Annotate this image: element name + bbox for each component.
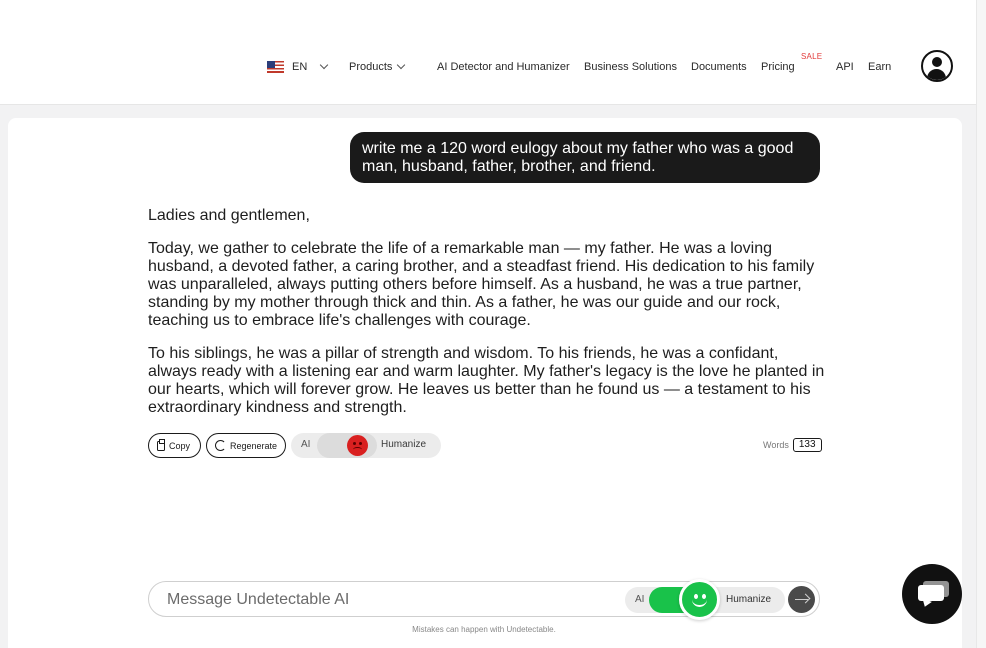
regenerate-label: Regenerate bbox=[229, 440, 277, 451]
regenerate-button[interactable]: Regenerate bbox=[206, 433, 286, 458]
chevron-down-icon bbox=[320, 60, 329, 70]
toggle-track bbox=[317, 433, 377, 458]
nav-products[interactable]: Products bbox=[349, 57, 406, 77]
nav-api[interactable]: API bbox=[836, 57, 854, 77]
sad-face-icon bbox=[347, 435, 368, 456]
copy-label: Copy bbox=[169, 440, 191, 451]
disclaimer-text: Mistakes can happen with Undetectable. bbox=[412, 625, 556, 634]
us-flag-icon bbox=[267, 61, 284, 73]
account-icon[interactable] bbox=[921, 50, 953, 82]
word-counter: Words 133 bbox=[763, 438, 822, 452]
nav-business-solutions[interactable]: Business Solutions bbox=[584, 57, 677, 77]
message-input[interactable] bbox=[167, 590, 607, 610]
sale-badge: SALE bbox=[801, 52, 823, 61]
nav-earn[interactable]: Earn bbox=[868, 57, 891, 77]
toggle-ai-label: AI bbox=[635, 594, 645, 605]
toggle-humanize-label: Humanize bbox=[381, 439, 427, 450]
toggle-humanize-label: Humanize bbox=[726, 594, 772, 605]
assistant-reply: Ladies and gentlemen, Today, we gather t… bbox=[148, 207, 828, 432]
nav-products-label: Products bbox=[349, 61, 393, 73]
clipboard-icon bbox=[157, 438, 165, 451]
top-header: EN Products AI Detector and Humanizer Bu… bbox=[0, 0, 986, 105]
word-count-badge: 133 bbox=[792, 438, 822, 452]
reply-paragraph: Ladies and gentlemen, bbox=[148, 207, 310, 224]
refresh-icon bbox=[215, 440, 226, 451]
user-message-bubble: write me a 120 word eulogy about my fath… bbox=[350, 132, 820, 183]
copy-button[interactable]: Copy bbox=[148, 433, 201, 458]
nav-ai-detector[interactable]: AI Detector and Humanizer bbox=[437, 57, 570, 77]
smile-face-icon[interactable] bbox=[679, 579, 720, 620]
nav-pricing[interactable]: Pricing bbox=[761, 57, 795, 77]
support-chat-button[interactable] bbox=[902, 564, 962, 624]
send-button[interactable] bbox=[788, 586, 815, 613]
reply-paragraph: Today, we gather to celebrate the life o… bbox=[148, 240, 815, 329]
toggle-ai-label: AI bbox=[301, 439, 311, 450]
chevron-down-icon bbox=[397, 60, 406, 70]
reply-paragraph: To his siblings, he was a pillar of stre… bbox=[148, 345, 825, 416]
language-label: EN bbox=[292, 61, 308, 73]
page-scrollbar[interactable] bbox=[976, 0, 986, 648]
arrow-right-icon bbox=[795, 598, 808, 601]
reply-humanize-toggle[interactable]: AI Humanize bbox=[291, 433, 441, 458]
chat-bubble-icon bbox=[918, 585, 944, 601]
language-selector[interactable]: EN bbox=[267, 57, 329, 77]
words-label: Words bbox=[763, 440, 789, 450]
nav-documents[interactable]: Documents bbox=[691, 57, 747, 77]
